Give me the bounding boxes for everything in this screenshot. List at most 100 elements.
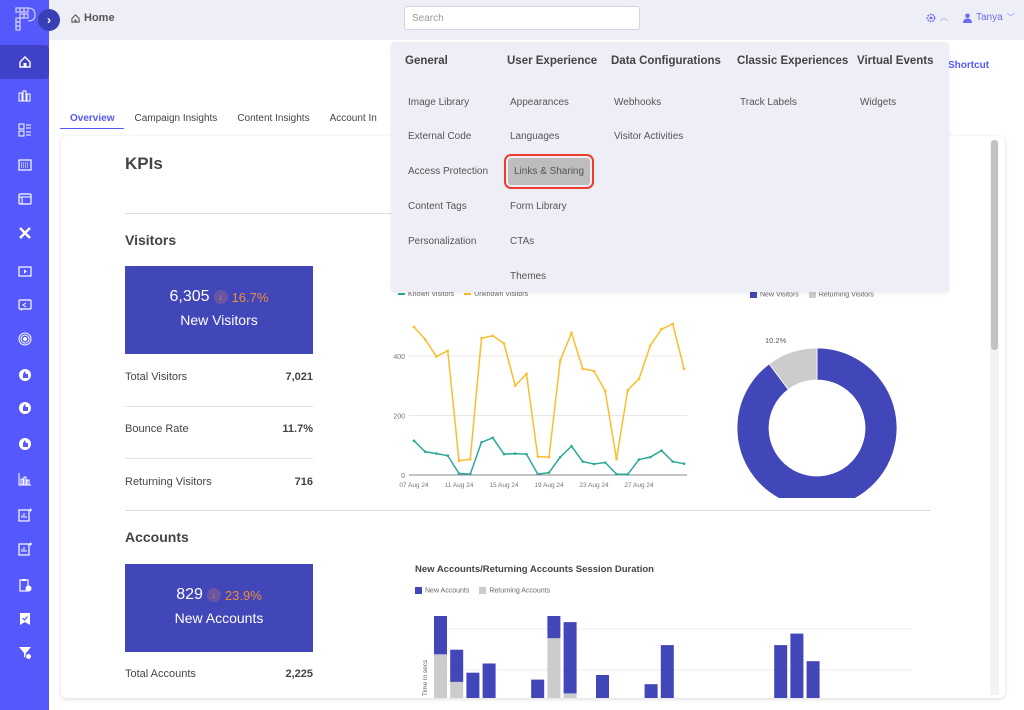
legend-new-visitors[interactable]: New Visitors: [750, 291, 799, 298]
bar-returning-accounts: [450, 681, 464, 698]
menu-item-form-library[interactable]: Form Library: [506, 195, 571, 218]
line-chart-legend: Known Visitors Unknown Visitors: [398, 291, 528, 298]
new-accounts-stat: 829 ↓ 23.9% New Accounts: [125, 564, 313, 652]
sidebar-item-filters[interactable]: [0, 636, 49, 670]
menu-item-image-library[interactable]: Image Library: [404, 91, 473, 114]
sidebar-toggle-button[interactable]: ›: [38, 9, 60, 31]
stat-value: 716: [294, 476, 313, 488]
menu-column-general: General Image Library External Code Access …: [405, 55, 488, 247]
data-point: [491, 436, 495, 440]
shortcut-link[interactable]: Shortcut: [948, 60, 989, 71]
menu-item-languages[interactable]: Languages: [506, 125, 564, 148]
menu-item-track-labels[interactable]: Track Labels: [736, 91, 801, 114]
menu-column-heading: Data Configurations: [611, 55, 721, 67]
sidebar-item-report-add-1[interactable]: [0, 498, 49, 532]
new-visitors-change: 16.7%: [231, 289, 269, 305]
sidebar-item-scheduled[interactable]: [0, 568, 49, 602]
legend-known-visitors[interactable]: Known Visitors: [398, 291, 454, 298]
bar-new-accounts: [644, 684, 658, 698]
data-point: [637, 377, 641, 381]
breadcrumb[interactable]: Home: [71, 12, 115, 24]
x-tick-label: 19 Aug 24: [534, 482, 564, 489]
home-icon: [18, 56, 31, 68]
y-axis-label: Time in secs: [422, 659, 429, 696]
data-point: [558, 359, 562, 362]
tab-content-insights[interactable]: Content Insights: [227, 112, 319, 129]
stat-label: Total Accounts: [125, 668, 196, 680]
sidebar-item-pages[interactable]: [0, 182, 49, 216]
bar-new-accounts: [466, 672, 480, 698]
menu-item-ctas[interactable]: CTAs: [506, 230, 538, 253]
sidebar-item-videos[interactable]: [0, 254, 49, 288]
bar-new-accounts: [547, 616, 561, 639]
new-visitors-value: 6,305: [169, 288, 210, 305]
sidebar-item-reports[interactable]: [0, 462, 49, 496]
chevron-right-icon: ›: [47, 13, 51, 27]
stat-row-bounce-rate: Bounce Rate 11.7%: [125, 423, 313, 435]
data-point: [592, 369, 596, 373]
menu-item-personalization[interactable]: Personalization: [404, 230, 480, 253]
menu-column-heading: Virtual Events: [857, 55, 934, 67]
sidebar-item-engagement-1[interactable]: [0, 358, 49, 392]
bar-new-accounts: [774, 645, 788, 698]
data-point: [671, 322, 675, 326]
tab-campaign-insights[interactable]: Campaign Insights: [124, 112, 227, 129]
filters-icon: [18, 647, 32, 660]
data-point: [412, 439, 416, 443]
legend-new-accounts[interactable]: New Accounts: [415, 587, 469, 594]
y-tick-label: 200: [393, 414, 405, 421]
layouts-icon: [17, 159, 32, 171]
menu-item-webhooks[interactable]: Webhooks: [610, 91, 665, 114]
sidebar-item-targeting[interactable]: [0, 322, 49, 356]
stat-row-total-accounts: Total Accounts 2,225: [125, 668, 313, 680]
logo-icon[interactable]: [12, 6, 38, 32]
menu-item-external-code[interactable]: External Code: [404, 125, 475, 148]
menu-item-links-sharing[interactable]: Links & Sharing: [503, 154, 595, 189]
menu-item-themes[interactable]: Themes: [506, 265, 550, 288]
sidebar-item-analytics[interactable]: [0, 79, 49, 113]
sidebar-item-engagement-2[interactable]: [0, 391, 49, 425]
search-input[interactable]: [404, 6, 640, 30]
data-point: [648, 455, 652, 459]
sidebar-item-engagement-3[interactable]: [0, 427, 49, 461]
data-point: [581, 460, 585, 463]
sidebar-item-layouts[interactable]: [0, 148, 49, 182]
sidebar-item-bookmarks[interactable]: [0, 602, 49, 636]
settings-menu-button[interactable]: ︿: [926, 12, 948, 23]
data-point: [671, 460, 675, 463]
data-point: [637, 458, 641, 461]
sidebar-item-report-add-2[interactable]: [0, 532, 49, 566]
menu-item-content-tags[interactable]: Content Tags: [404, 195, 471, 218]
legend-returning-visitors[interactable]: Returning Visitors: [808, 291, 874, 298]
menu-item-visitor-activities[interactable]: Visitor Activities: [610, 125, 687, 148]
user-menu-button[interactable]: Tanya ﹀: [963, 12, 1015, 23]
bar-new-accounts: [806, 661, 820, 698]
menu-item-widgets[interactable]: Widgets: [856, 91, 900, 114]
legend-returning-accounts[interactable]: Returning Accounts: [479, 587, 550, 594]
bar-new-accounts: [596, 675, 609, 698]
menu-item-access-protection[interactable]: Access Protection: [404, 160, 492, 183]
bar-new-accounts: [450, 649, 464, 682]
arrow-down-icon: ↓: [213, 290, 228, 304]
tab-account-insights[interactable]: Account In: [320, 112, 387, 129]
sidebar-item-messages[interactable]: [0, 288, 49, 322]
x-tick-label: 11 Aug 24: [445, 482, 474, 489]
sidebar-item-content[interactable]: [0, 113, 49, 147]
data-point: [457, 459, 461, 463]
sidebar-item-home[interactable]: [0, 45, 49, 79]
tab-overview[interactable]: Overview: [60, 112, 125, 129]
x-tick-label: 27 Aug 24: [624, 482, 654, 489]
engagement-1-icon: [18, 369, 31, 381]
sidebar-item-tools[interactable]: [0, 216, 49, 250]
targeting-icon: [18, 332, 31, 346]
accounts-title: Accounts: [125, 529, 189, 545]
legend-unknown-visitors[interactable]: Unknown Visitors: [464, 291, 528, 298]
data-point: [682, 367, 686, 371]
session-duration-bar-chart: Time in secs: [422, 616, 912, 698]
visitors-line-chart: 0 200 400 07 Aug 24 11 Aug 24 15 Aug 24 19 Aug…: [393, 322, 687, 489]
content-icon: [18, 123, 31, 137]
menu-item-appearances[interactable]: Appearances: [506, 91, 573, 114]
session-duration-chart-title: New Accounts/Returning Accounts Session …: [415, 564, 654, 575]
divider: [125, 458, 313, 459]
scrollbar-thumb[interactable]: [991, 140, 998, 350]
